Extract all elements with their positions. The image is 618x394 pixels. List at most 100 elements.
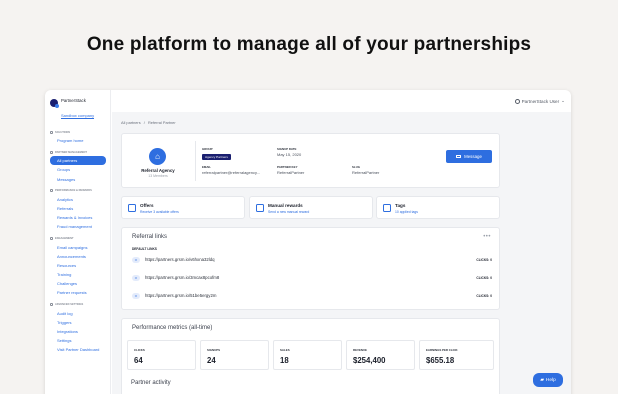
slug-label: SLUG [352, 165, 361, 169]
user-icon [514, 98, 520, 104]
sidebar-item-messages[interactable]: Messages [50, 175, 106, 184]
tags-subtitle: 10 applied tags [395, 210, 418, 214]
nav-section-label: PERFORMANCE & REWARDS [55, 189, 92, 193]
tags-title: Tags [395, 203, 406, 208]
sidebar-item-fraud-management[interactable]: Fraud management [50, 222, 106, 231]
partnerstack-logo-icon [50, 99, 59, 108]
partner-members: 13 Members [148, 174, 168, 178]
sidebar-item-integrations[interactable]: Integrations [50, 327, 106, 336]
sidebar-item-analytics[interactable]: Analytics [50, 195, 106, 204]
referral-url[interactable]: https://partners.grsm.io/51be5ergy2m [145, 293, 216, 298]
topbar: PartnerStack User ⌄ [112, 90, 571, 112]
sidebar-item-rewards-invoices[interactable]: Rewards & Invoices [50, 213, 106, 222]
metric-clicks: CLICKS 64 [127, 340, 196, 370]
referral-clicks: CLICKS: 0 [476, 293, 492, 298]
partners-icon [50, 150, 53, 154]
sidebar: PartnerStack Sandbox company SOLUTIONS P… [45, 90, 111, 394]
referral-clicks: CLICKS: 0 [476, 275, 492, 280]
sidebar-item-partner-requests[interactable]: Partner requests [50, 288, 106, 297]
help-button[interactable]: ▰ Help [533, 373, 563, 387]
referral-link-row[interactable]: ∞ https://partners.grsm.io/3mcax8pcofm8 … [132, 273, 492, 283]
sidebar-item-program-home[interactable]: Program home [50, 136, 106, 145]
metric-label: CLICKS [134, 348, 145, 352]
page-headline: One platform to manage all of your partn… [86, 34, 532, 55]
partner-activity-title: Partner activity [131, 380, 171, 386]
metric-value: 64 [134, 356, 143, 365]
nav-section-label: PARTNER MANAGEMENT [55, 150, 87, 154]
referral-clicks: CLICKS: 0 [476, 257, 492, 262]
user-menu[interactable]: PartnerStack User [522, 99, 560, 104]
company-switcher[interactable]: Sandbox company [61, 113, 95, 119]
nav-section-partner-management: PARTNER MANAGEMENT [50, 150, 106, 154]
performance-title: Performance metrics (all-time) [132, 325, 213, 331]
sidebar-item-all-partners[interactable]: All partners [50, 156, 106, 166]
breadcrumb-current: Referral Partner [147, 120, 176, 125]
solutions-icon [50, 130, 53, 134]
referral-url[interactable]: https://partners.grsm.io/3mcax8pcofm8 [145, 275, 219, 280]
metric-value: 24 [207, 356, 216, 365]
metric-earnings-per-click: EARNINGS PER CLICK $655.18 [419, 340, 494, 370]
group-label: GROUP [202, 147, 213, 151]
metric-value: $655.18 [426, 356, 455, 365]
referral-url[interactable]: https://partners.grsm.io/v6hxna32ldq [145, 257, 215, 262]
signup-date-label: SIGNUP DATE [277, 147, 297, 151]
edit-icon [256, 204, 264, 212]
sidebar-item-settings[interactable]: Settings [50, 336, 106, 345]
envelope-icon [456, 154, 462, 159]
referral-link-row[interactable]: ∞ https://partners.grsm.io/51be5ergy2m C… [132, 291, 492, 301]
metric-revenue: REVENUE $254,400 [346, 340, 415, 370]
partner-profile-card: ⌂ Referral Agency 13 Members GROUP Agenc… [121, 133, 500, 188]
sidebar-item-email-campaigns[interactable]: Email campaigns [50, 243, 106, 252]
performance-icon [50, 189, 53, 193]
help-label: Help [545, 377, 556, 383]
offers-subtitle: Receive 3 available offers [140, 210, 179, 214]
metric-sales: SALES 18 [273, 340, 342, 370]
link-icon: ∞ [132, 275, 140, 281]
offers-card[interactable]: Offers Receive 3 available offers [121, 196, 245, 219]
sidebar-item-visit-partner-dashboard[interactable]: Visit Partner Dashboard [50, 345, 106, 354]
manual-rewards-card[interactable]: Manual rewards Send a new manual reward [249, 196, 373, 219]
grid-icon [128, 204, 136, 212]
performance-metrics-card: Performance metrics (all-time) CLICKS 64… [121, 318, 500, 394]
brand[interactable]: PartnerStack Sandbox company [50, 98, 106, 122]
sidebar-item-referrals[interactable]: Referrals [50, 204, 106, 213]
offers-title: Offers [140, 203, 154, 208]
sidebar-item-resources[interactable]: Resources [50, 261, 106, 270]
link-icon: ∞ [132, 293, 140, 299]
sidebar-item-audit-log[interactable]: Audit log [50, 309, 106, 318]
nav-section-engagement: ENGAGEMENT [50, 237, 106, 241]
partner-name: Referral Agency [141, 168, 175, 173]
metric-value: $254,400 [353, 356, 386, 365]
message-button[interactable]: Message [446, 150, 492, 163]
referral-links-card: Referral links ••• DEFAULT LINKS ∞ https… [121, 227, 500, 310]
sidebar-item-groups[interactable]: Groups [50, 165, 106, 174]
partner-key-value: ReferralPartner [277, 170, 305, 175]
more-options-icon[interactable]: ••• [483, 234, 491, 240]
manual-rewards-title: Manual rewards [268, 203, 303, 208]
brand-name: PartnerStack [61, 98, 86, 103]
metric-value: 18 [280, 356, 289, 365]
group-badge[interactable]: Agency Partners [202, 154, 231, 160]
slug-value: ReferralPartner [352, 170, 380, 175]
nav-section-solutions: SOLUTIONS [50, 130, 106, 134]
manual-rewards-subtitle: Send a new manual reward [268, 210, 310, 214]
referral-links-title: Referral links [132, 234, 168, 240]
nav-section-label: ADVANCED SETTINGS [55, 303, 84, 307]
settings-section-icon [50, 303, 53, 307]
sidebar-item-announcements[interactable]: Announcements [50, 252, 106, 261]
engagement-icon [50, 237, 53, 240]
breadcrumb-all-partners[interactable]: All partners [121, 120, 141, 125]
tags-card[interactable]: Tags 10 applied tags [376, 196, 500, 219]
chevron-down-icon[interactable]: ⌄ [561, 98, 565, 104]
nav-section-performance: PERFORMANCE & REWARDS [50, 189, 106, 193]
breadcrumb: All partners / Referral Partner [121, 120, 176, 125]
sidebar-item-triggers[interactable]: Triggers [50, 318, 106, 327]
sidebar-item-training[interactable]: Training [50, 270, 106, 279]
referral-link-row[interactable]: ∞ https://partners.grsm.io/v6hxna32ldq C… [132, 255, 492, 265]
breadcrumb-separator: / [143, 120, 145, 125]
main-area: PartnerStack User ⌄ All partners / Refer… [112, 90, 571, 394]
email-label: EMAIL [202, 165, 211, 169]
sidebar-item-challenges[interactable]: Challenges [50, 279, 106, 288]
tag-icon [383, 204, 391, 212]
metric-signups: SIGNUPS 24 [200, 340, 269, 370]
